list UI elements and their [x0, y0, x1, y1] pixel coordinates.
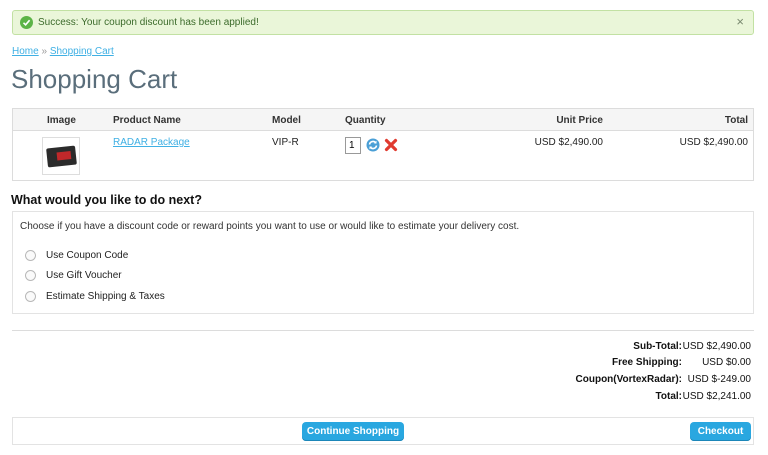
success-alert: Success: Your coupon discount has been a…	[12, 10, 754, 35]
breadcrumb-cart-link[interactable]: Shopping Cart	[50, 46, 114, 57]
col-quantity: Quantity	[345, 115, 386, 126]
breadcrumb-home-link[interactable]: Home	[12, 46, 39, 57]
col-unit-price: Unit Price	[556, 115, 603, 126]
check-circle-icon	[20, 16, 33, 29]
next-options-panel: Choose if you have a discount code or re…	[12, 211, 754, 314]
coupon-total-value: USD $-249.00	[687, 374, 751, 385]
product-name-link[interactable]: RADAR Package	[113, 137, 190, 148]
quantity-input[interactable]	[345, 137, 361, 154]
subtotal-value: USD $2,490.00	[682, 341, 751, 352]
shipping-label[interactable]: Estimate Shipping & Taxes	[46, 291, 165, 302]
grand-total-label: Total:	[655, 391, 682, 402]
next-section-title: What would you like to do next?	[11, 193, 202, 207]
product-name[interactable]: RADAR Package	[113, 137, 190, 148]
unit-price: USD $2,490.00	[534, 137, 603, 148]
subtotal-label: Sub-Total:	[633, 341, 682, 352]
page-title: Shopping Cart	[11, 64, 178, 94]
voucher-label[interactable]: Use Gift Voucher	[46, 270, 122, 281]
action-bar: Continue Shopping Checkout	[12, 417, 754, 445]
cart-table: Image Product Name Model Quantity Unit P…	[12, 108, 754, 181]
shipping-radio[interactable]	[25, 291, 36, 302]
cart-table-header: Image Product Name Model Quantity Unit P…	[13, 109, 753, 131]
divider	[12, 330, 754, 331]
col-image: Image	[47, 115, 76, 126]
continue-shopping-button[interactable]: Continue Shopping	[302, 422, 404, 441]
refresh-icon[interactable]	[366, 138, 380, 152]
next-description: Choose if you have a discount code or re…	[20, 221, 520, 232]
alert-message: Success: Your coupon discount has been a…	[38, 17, 259, 28]
coupon-radio[interactable]	[25, 250, 36, 261]
col-model: Model	[272, 115, 301, 126]
grand-total-value: USD $2,241.00	[682, 391, 751, 402]
product-image[interactable]	[42, 137, 80, 175]
shipping-total-value: USD $0.00	[702, 357, 751, 368]
voucher-radio[interactable]	[25, 270, 36, 281]
col-total: Total	[724, 115, 748, 126]
breadcrumb-separator: »	[41, 46, 48, 57]
coupon-total-label: Coupon(VortexRadar):	[575, 374, 682, 385]
device-graphic	[46, 145, 77, 168]
row-total: USD $2,490.00	[679, 137, 748, 148]
shipping-total-label: Free Shipping:	[612, 357, 682, 368]
col-product-name: Product Name	[113, 115, 181, 126]
close-icon[interactable]: ×	[736, 15, 744, 29]
breadcrumb: Home » Shopping Cart	[12, 46, 114, 57]
remove-icon[interactable]	[384, 138, 398, 152]
checkout-button[interactable]: Checkout	[690, 422, 751, 441]
product-model: VIP-R	[272, 137, 299, 148]
coupon-label[interactable]: Use Coupon Code	[46, 250, 128, 261]
